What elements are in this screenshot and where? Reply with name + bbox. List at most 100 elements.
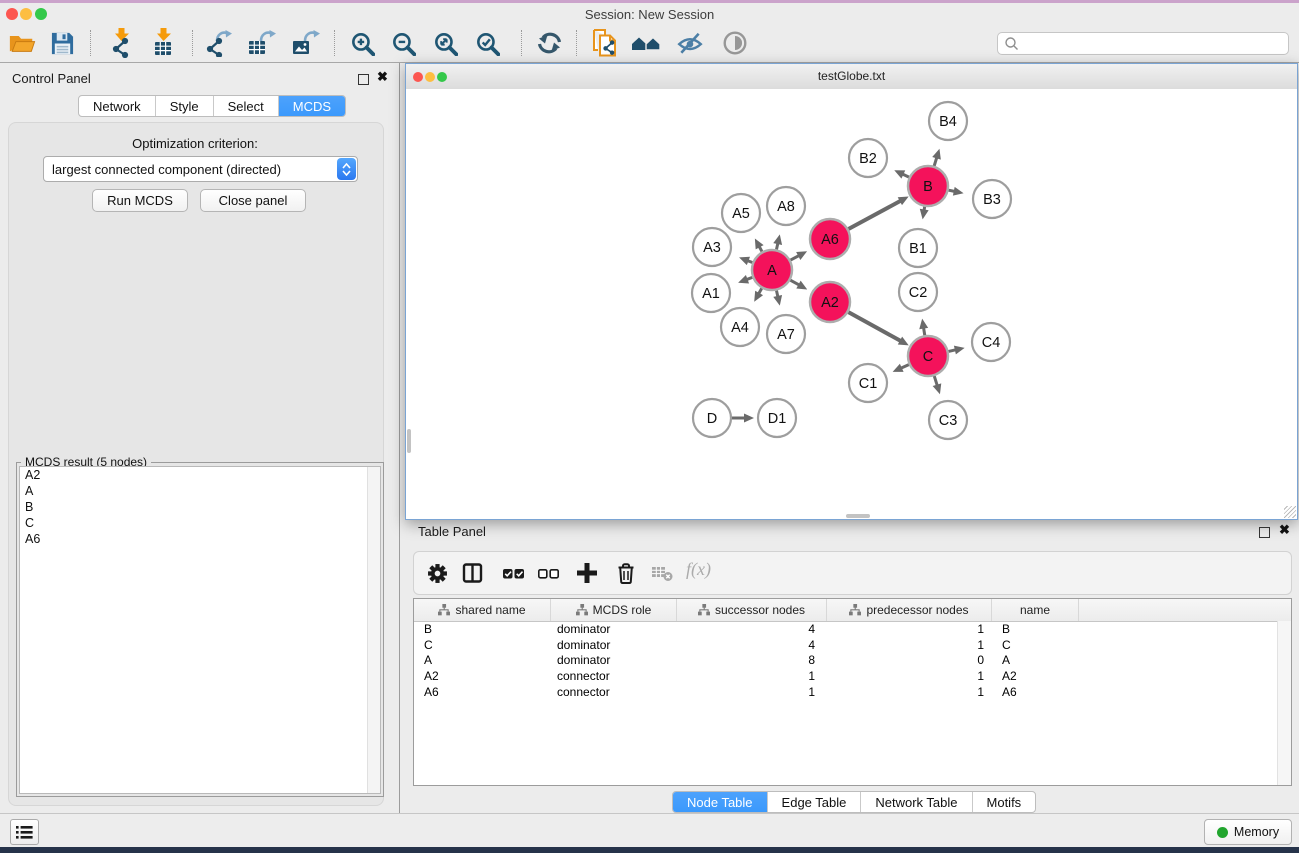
- column-header-predecessor-nodes[interactable]: predecessor nodes: [827, 599, 992, 621]
- graph-node-A7[interactable]: A7: [767, 315, 805, 353]
- graph-node-C4[interactable]: C4: [972, 323, 1010, 361]
- settings-gear-icon[interactable]: [425, 561, 449, 585]
- edge-D-D1[interactable]: [732, 414, 754, 423]
- cell[interactable]: dominator: [551, 638, 677, 654]
- memory-button[interactable]: Memory: [1204, 819, 1292, 845]
- tab-select[interactable]: Select: [213, 96, 278, 116]
- task-history-button[interactable]: [10, 819, 39, 845]
- resize-grip[interactable]: [1284, 506, 1296, 518]
- horizontal-scroll-thumb[interactable]: [846, 514, 870, 518]
- cell[interactable]: connector: [551, 669, 677, 685]
- add-column-icon[interactable]: [575, 561, 599, 585]
- open-session-icon[interactable]: [7, 28, 37, 58]
- edge-A2-C[interactable]: [848, 312, 908, 345]
- graph-node-B2[interactable]: B2: [849, 139, 887, 177]
- save-session-icon[interactable]: [47, 28, 77, 58]
- edge-A-A6[interactable]: [791, 251, 808, 260]
- import-table-icon[interactable]: [149, 28, 179, 58]
- cell[interactable]: A6: [414, 685, 551, 701]
- graph-node-A[interactable]: A: [752, 250, 792, 290]
- table-row-a6[interactable]: A6connector11A6: [414, 685, 1291, 701]
- graph-node-A8[interactable]: A8: [767, 187, 805, 225]
- graph-node-C[interactable]: C: [908, 336, 948, 376]
- tab-style[interactable]: Style: [155, 96, 213, 116]
- zoom-out-icon[interactable]: [388, 28, 418, 58]
- import-network-icon[interactable]: [106, 28, 136, 58]
- cell[interactable]: 4: [677, 638, 827, 654]
- tab-mcds[interactable]: MCDS: [278, 96, 345, 116]
- criterion-select[interactable]: largest connected component (directed): [43, 156, 358, 182]
- delete-table-icon[interactable]: [650, 561, 674, 585]
- table-row-c[interactable]: Cdominator41C: [414, 638, 1291, 654]
- graph-node-B4[interactable]: B4: [929, 102, 967, 140]
- table-panel-float-icon[interactable]: [1259, 527, 1270, 538]
- edge-B-B2[interactable]: [894, 170, 909, 178]
- network-canvas[interactable]: AA1A2A3A4A5A6A7A8BB1B2B3B4CC1C2C3C4DD1: [406, 89, 1297, 519]
- edge-C-C2[interactable]: [919, 319, 928, 336]
- search-input[interactable]: [1020, 35, 1288, 52]
- result-item-a2[interactable]: A2: [20, 467, 380, 483]
- zoom-fit-icon[interactable]: [430, 28, 460, 58]
- edge-A-A4[interactable]: [754, 288, 763, 301]
- edge-B-B3[interactable]: [949, 187, 964, 196]
- edge-C-C3[interactable]: [933, 376, 942, 394]
- graph-node-C2[interactable]: C2: [899, 273, 937, 311]
- column-header-shared-name[interactable]: shared name: [414, 599, 551, 621]
- result-scrollbar[interactable]: [367, 467, 380, 793]
- edge-A-A7[interactable]: [773, 291, 782, 306]
- hide-glasses-icon[interactable]: [675, 28, 705, 58]
- column-layout-icon[interactable]: [460, 561, 484, 585]
- zoom-in-icon[interactable]: [347, 28, 377, 58]
- table-tab-edge-table[interactable]: Edge Table: [767, 792, 861, 812]
- cell[interactable]: 1: [827, 638, 992, 654]
- cell[interactable]: dominator: [551, 622, 677, 638]
- result-item-b[interactable]: B: [20, 499, 380, 515]
- edge-B-B1[interactable]: [920, 207, 929, 220]
- deselect-all-icon[interactable]: [536, 561, 560, 585]
- table-tab-motifs[interactable]: Motifs: [972, 792, 1036, 812]
- table-row-a2[interactable]: A2connector11A2: [414, 669, 1291, 685]
- column-header-name[interactable]: name: [992, 599, 1079, 621]
- graph-node-A4[interactable]: A4: [721, 308, 759, 346]
- cell[interactable]: A: [992, 653, 1079, 669]
- graph-node-A6[interactable]: A6: [810, 219, 850, 259]
- edge-A6-B[interactable]: [848, 196, 908, 229]
- cell[interactable]: connector: [551, 685, 677, 701]
- result-item-a[interactable]: A: [20, 483, 380, 499]
- cell[interactable]: 0: [827, 653, 992, 669]
- graph-node-C1[interactable]: C1: [849, 364, 887, 402]
- column-header-successor-nodes[interactable]: successor nodes: [677, 599, 827, 621]
- vertical-scroll-thumb[interactable]: [407, 429, 411, 453]
- function-builder-icon[interactable]: f(x): [686, 559, 711, 580]
- table-row-b[interactable]: Bdominator41B: [414, 622, 1291, 638]
- graph-node-B3[interactable]: B3: [973, 180, 1011, 218]
- graph-node-D[interactable]: D: [693, 399, 731, 437]
- table-scrollbar[interactable]: [1277, 621, 1291, 785]
- cell[interactable]: C: [992, 638, 1079, 654]
- cell[interactable]: 1: [827, 622, 992, 638]
- export-image-icon[interactable]: [291, 28, 321, 58]
- graph-node-A3[interactable]: A3: [693, 228, 731, 266]
- zoom-selected-icon[interactable]: [472, 28, 502, 58]
- cell[interactable]: B: [414, 622, 551, 638]
- cell[interactable]: 1: [827, 669, 992, 685]
- delete-column-icon[interactable]: [614, 561, 638, 585]
- tab-network[interactable]: Network: [79, 96, 155, 116]
- edge-C-C1[interactable]: [893, 364, 909, 372]
- edge-A-A3[interactable]: [739, 257, 752, 265]
- table-row-a[interactable]: Adominator80A: [414, 653, 1291, 669]
- cell[interactable]: A6: [992, 685, 1079, 701]
- control-panel-float-icon[interactable]: [358, 74, 369, 85]
- panel-divider[interactable]: [399, 63, 400, 813]
- run-mcds-button[interactable]: Run MCDS: [92, 189, 188, 212]
- edge-B-B4[interactable]: [932, 149, 941, 166]
- show-eye-icon[interactable]: [720, 28, 750, 58]
- table-tab-network-table[interactable]: Network Table: [860, 792, 971, 812]
- result-item-c[interactable]: C: [20, 515, 380, 531]
- cell[interactable]: A2: [414, 669, 551, 685]
- cell[interactable]: 8: [677, 653, 827, 669]
- result-item-a6[interactable]: A6: [20, 531, 380, 547]
- graph-node-A2[interactable]: A2: [810, 282, 850, 322]
- network-graph[interactable]: AA1A2A3A4A5A6A7A8BB1B2B3B4CC1C2C3C4DD1: [406, 89, 1297, 519]
- column-header-MCDS-role[interactable]: MCDS role: [551, 599, 677, 621]
